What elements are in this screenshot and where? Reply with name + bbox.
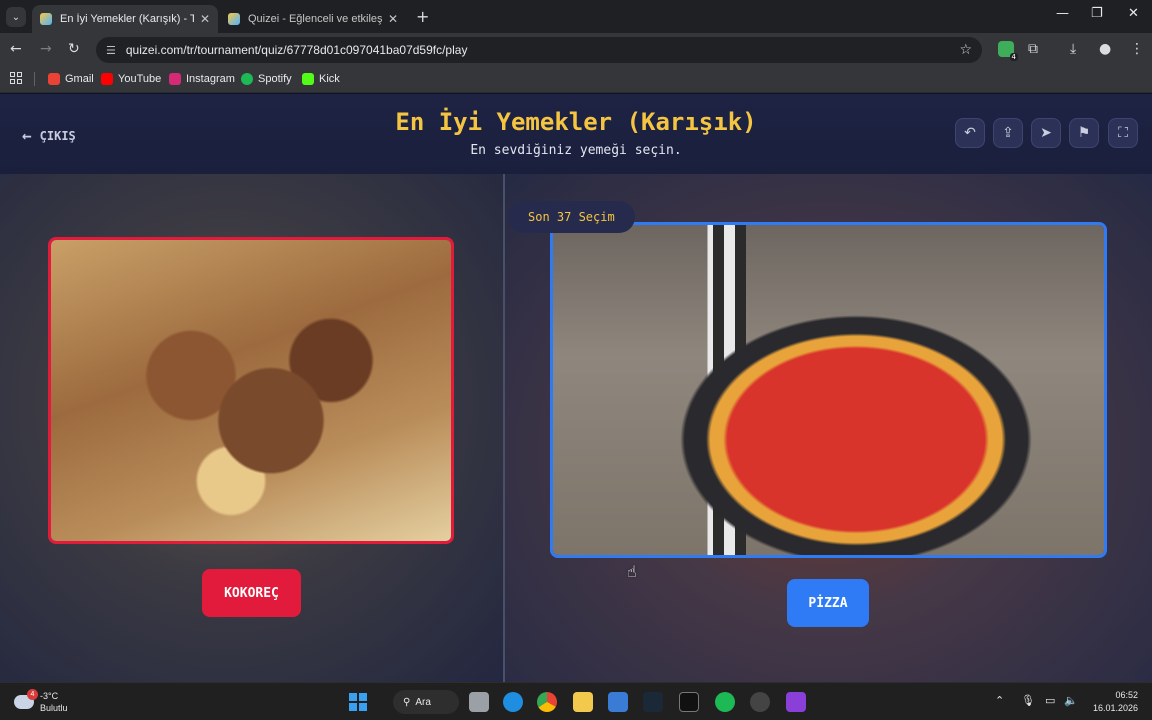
back-icon[interactable]: ← [10,41,22,57]
bookmark-youtube[interactable]: YouTube [101,73,161,85]
browser-tab-bar: ⌄ En İyi Yemekler (Karışık) - Tier Li ✕ … [0,0,1152,33]
store-icon[interactable] [608,692,628,712]
fullscreen-icon: ⛶ [1118,125,1128,141]
extension-shield-icon[interactable]: 4 [998,41,1018,61]
quizei-favicon-icon [40,13,52,25]
spotify-taskbar-icon[interactable] [715,692,735,712]
volume-icon[interactable]: 🔈 [1064,694,1078,707]
windows-taskbar: 4 -3°C Bulutlu ⚲ Ara ⌃ 🎙 ▭ 🔈 06:52 16.01.… [0,682,1152,720]
clock-date: 16.01.2026 [1092,703,1138,713]
minimize-icon[interactable]: — [1056,6,1069,21]
mouse-cursor-icon: ☝ [627,562,637,581]
quiz-page: ← ÇIKIŞ En İyi Yemekler (Karışık) En sev… [0,94,1152,682]
browser-toolbar: ← → ↻ ☰ quizei.com/tr/tournament/quiz/67… [0,33,1152,67]
youtube-icon [101,73,113,85]
send-icon: ➤ [1040,125,1052,141]
choose-right-button[interactable]: PİZZA [787,579,869,627]
close-tab-icon[interactable]: ✕ [388,12,398,26]
fullscreen-button[interactable]: ⛶ [1108,118,1138,148]
new-tab-icon[interactable]: + [416,7,429,26]
download-icon[interactable]: ⤓ [1070,41,1076,57]
taskbar-search[interactable]: ⚲ Ara [393,690,459,714]
weather-temp: -3°C [40,691,59,701]
report-button[interactable]: ⚑ [1069,118,1099,148]
search-label: Ara [415,696,431,708]
choose-left-button[interactable]: KOKOREÇ [202,569,301,617]
bookmark-instagram[interactable]: Instagram [169,73,235,85]
windows-start-icon[interactable] [349,693,367,711]
bookmark-spotify[interactable]: Spotify [241,73,292,85]
profile-icon[interactable]: ● [1099,41,1111,57]
close-tab-icon[interactable]: ✕ [200,12,210,26]
edge-icon[interactable] [503,692,523,712]
bookmark-separator [34,72,35,86]
round-badge: Son 37 Seçim [508,201,635,233]
reload-icon[interactable]: ↻ [68,41,80,57]
center-divider [503,174,505,682]
bookmark-kick[interactable]: Kick [302,73,340,85]
bookmark-gmail[interactable]: Gmail [48,73,94,85]
app-icon[interactable] [750,692,770,712]
epic-games-icon[interactable] [679,692,699,712]
choice-card-left[interactable] [48,237,454,544]
network-icon[interactable]: ▭ [1045,694,1055,707]
tab-title: Quizei - Eğlenceli ve etkileşimli [248,13,382,25]
search-icon: ⚲ [403,696,411,708]
flag-icon: ⚑ [1077,125,1091,141]
restore-icon[interactable]: ❐ [1091,6,1103,21]
url-text[interactable]: quizei.com/tr/tournament/quiz/67778d01c0… [126,43,960,57]
instagram-icon [169,73,181,85]
site-info-icon[interactable]: ☰ [106,44,116,57]
gmail-icon [48,73,60,85]
address-bar[interactable]: ☰ quizei.com/tr/tournament/quiz/67778d01… [96,37,982,63]
weather-desc: Bulutlu [40,703,68,713]
undo-icon: ↶ [964,125,976,141]
extensions-icon[interactable]: ⧉ [1028,41,1038,57]
forward-icon[interactable]: → [40,41,52,57]
send-button[interactable]: ➤ [1031,118,1061,148]
share-button[interactable]: ⇪ [993,118,1023,148]
task-view-icon[interactable] [469,692,489,712]
tab-active[interactable]: En İyi Yemekler (Karışık) - Tier Li ✕ [32,5,218,33]
extension-badge: 4 [1009,53,1018,61]
weather-badge: 4 [27,689,38,700]
clipchamp-icon[interactable] [786,692,806,712]
steam-icon[interactable] [643,692,663,712]
kick-icon [302,73,314,85]
close-window-icon[interactable]: ✕ [1128,6,1139,21]
share-icon: ⇪ [1002,125,1014,141]
tab-search-icon[interactable]: ⌄ [6,7,26,27]
pizza-image[interactable] [553,225,1104,555]
kokorec-image[interactable] [51,240,451,541]
tab-inactive[interactable]: Quizei - Eğlenceli ve etkileşimli ✕ [220,5,406,33]
bookmark-star-icon[interactable]: ☆ [959,42,972,58]
choice-card-right[interactable] [550,222,1107,558]
clock-time: 06:52 [1115,690,1138,700]
microphone-icon[interactable]: 🎙 [1021,694,1035,707]
menu-icon[interactable]: ⋮ [1130,41,1144,57]
spotify-icon [241,73,253,85]
apps-grid-icon[interactable] [10,72,22,84]
tab-title: En İyi Yemekler (Karışık) - Tier Li [60,13,194,25]
undo-button[interactable]: ↶ [955,118,985,148]
quizei-favicon-icon [228,13,240,25]
chrome-icon[interactable] [537,692,557,712]
quiz-header: ← ÇIKIŞ En İyi Yemekler (Karışık) En sev… [0,94,1152,174]
cloud-icon: 4 [14,689,38,709]
file-explorer-icon[interactable] [573,692,593,712]
chevron-up-icon[interactable]: ⌃ [995,694,1004,707]
system-clock[interactable]: 06:52 16.01.2026 [1088,689,1138,715]
weather-widget[interactable]: 4 -3°C Bulutlu [14,689,68,714]
